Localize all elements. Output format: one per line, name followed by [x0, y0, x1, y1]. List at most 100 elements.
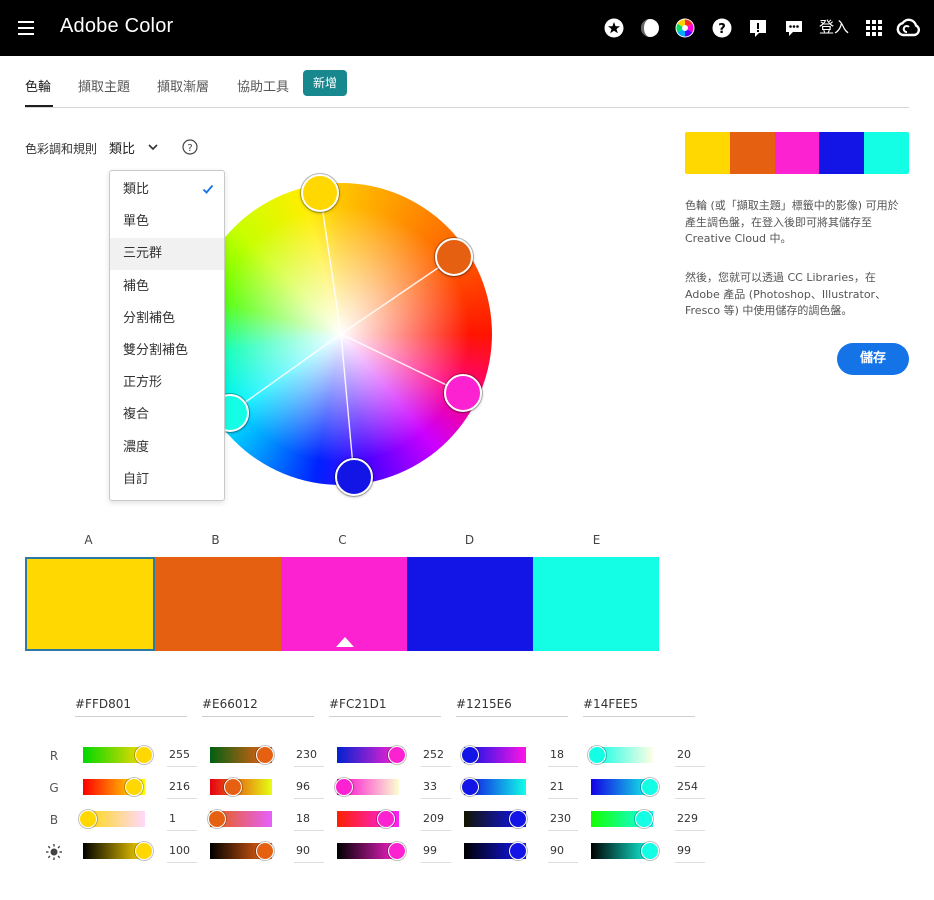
slider-knob[interactable]	[224, 778, 242, 796]
creative-cloud-icon[interactable]	[896, 17, 920, 39]
menu-icon[interactable]	[18, 21, 34, 35]
slider-c-g[interactable]	[335, 778, 399, 796]
color-wheel[interactable]	[190, 174, 492, 496]
slider-knob[interactable]	[79, 810, 97, 828]
slider-knob[interactable]	[635, 810, 653, 828]
rule-option-double-split-complementary[interactable]: 雙分割補色	[110, 335, 224, 367]
slider-knob[interactable]	[256, 842, 274, 860]
feedback-icon[interactable]	[748, 18, 768, 38]
save-button[interactable]: 儲存	[837, 343, 909, 375]
rule-option-square[interactable]: 正方形	[110, 367, 224, 399]
rule-option-monochromatic[interactable]: 單色	[110, 206, 224, 238]
slider-knob[interactable]	[135, 842, 153, 860]
slider-knob[interactable]	[641, 842, 659, 860]
slider-b-r[interactable]	[210, 746, 274, 764]
value-c-r[interactable]: 252	[421, 745, 451, 767]
value-a-g[interactable]: 216	[167, 777, 197, 799]
slider-knob[interactable]	[377, 810, 395, 828]
harmony-rule-select[interactable]: 類比	[109, 138, 135, 157]
slider-d-brightness[interactable]	[464, 842, 527, 860]
apps-grid-icon[interactable]	[864, 18, 884, 38]
value-e-brightness[interactable]: 99	[675, 841, 705, 863]
slider-knob[interactable]	[208, 810, 226, 828]
rule-option-split-complementary[interactable]: 分割補色	[110, 303, 224, 335]
slider-knob[interactable]	[388, 746, 406, 764]
value-e-b[interactable]: 229	[675, 809, 705, 831]
value-c-g[interactable]: 33	[421, 777, 451, 799]
swatch-d[interactable]	[407, 557, 533, 651]
slider-e-r[interactable]	[588, 746, 653, 764]
value-a-brightness[interactable]: 100	[167, 841, 197, 863]
value-e-g[interactable]: 254	[675, 777, 705, 799]
value-b-r[interactable]: 230	[294, 745, 324, 767]
value-d-b[interactable]: 230	[548, 809, 578, 831]
slider-c-r[interactable]	[337, 746, 406, 764]
value-b-brightness[interactable]: 90	[294, 841, 324, 863]
hex-input-e[interactable]: #14FEE5	[583, 697, 695, 717]
value-e-r[interactable]: 20	[675, 745, 705, 767]
slider-knob[interactable]	[388, 842, 406, 860]
wheel-handle-b[interactable]	[435, 238, 473, 276]
tab-extract-gradient[interactable]: 擷取漸層	[157, 76, 209, 95]
rule-option-analogous[interactable]: 類比	[110, 174, 224, 206]
slider-a-brightness[interactable]	[83, 842, 153, 860]
value-a-b[interactable]: 1	[167, 809, 197, 831]
help-icon[interactable]: ?	[712, 18, 732, 38]
contrast-icon[interactable]	[640, 18, 660, 38]
hex-input-a[interactable]: #FFD801	[75, 697, 187, 717]
slider-e-g[interactable]	[591, 778, 659, 796]
slider-knob[interactable]	[461, 778, 479, 796]
wheel-handle-a[interactable]	[301, 174, 339, 212]
new-badge-button[interactable]: 新增	[303, 70, 347, 96]
rule-option-shades[interactable]: 濃度	[110, 432, 224, 464]
tab-extract-theme[interactable]: 擷取主題	[78, 76, 130, 95]
rule-option-triad[interactable]: 三元群	[110, 238, 224, 270]
hex-input-b[interactable]: #E66012	[202, 697, 314, 717]
swatch-e[interactable]	[533, 557, 659, 651]
slider-d-b[interactable]	[464, 810, 527, 828]
color-wheel-icon[interactable]	[675, 18, 695, 38]
slider-b-b[interactable]	[208, 810, 272, 828]
wheel-handle-d[interactable]	[335, 458, 373, 496]
value-d-g[interactable]: 21	[548, 777, 578, 799]
chevron-down-icon[interactable]	[146, 140, 160, 154]
harmony-help-icon[interactable]: ?	[182, 139, 198, 155]
slider-b-brightness[interactable]	[210, 842, 274, 860]
login-link[interactable]: 登入	[819, 16, 849, 37]
slider-knob[interactable]	[509, 810, 527, 828]
star-icon[interactable]	[604, 18, 624, 38]
slider-c-brightness[interactable]	[337, 842, 406, 860]
hex-input-d[interactable]: #1215E6	[456, 697, 568, 717]
slider-knob[interactable]	[256, 746, 274, 764]
slider-knob[interactable]	[641, 778, 659, 796]
swatch-b[interactable]	[155, 557, 281, 651]
chat-icon[interactable]	[784, 18, 804, 38]
value-c-brightness[interactable]: 99	[421, 841, 451, 863]
slider-knob[interactable]	[461, 746, 479, 764]
slider-a-g[interactable]	[83, 778, 145, 796]
wheel-handle-c[interactable]	[444, 374, 482, 412]
slider-b-g[interactable]	[210, 778, 272, 796]
slider-a-b[interactable]	[79, 810, 145, 828]
rule-option-complementary[interactable]: 補色	[110, 271, 224, 303]
hex-input-c[interactable]: #FC21D1	[329, 697, 441, 717]
slider-knob[interactable]	[125, 778, 143, 796]
rule-option-compound[interactable]: 複合	[110, 399, 224, 431]
slider-knob[interactable]	[335, 778, 353, 796]
value-a-r[interactable]: 255	[167, 745, 197, 767]
slider-knob[interactable]	[509, 842, 527, 860]
tab-accessibility-tools[interactable]: 協助工具	[237, 76, 289, 95]
value-b-g[interactable]: 96	[294, 777, 324, 799]
slider-knob[interactable]	[135, 746, 153, 764]
swatch-a[interactable]	[25, 557, 155, 651]
rule-option-custom[interactable]: 自訂	[110, 464, 224, 496]
slider-c-b[interactable]	[337, 810, 399, 828]
slider-e-brightness[interactable]	[591, 842, 659, 860]
value-b-b[interactable]: 18	[294, 809, 324, 831]
slider-d-r[interactable]	[461, 746, 526, 764]
slider-e-b[interactable]	[591, 810, 653, 828]
value-c-b[interactable]: 209	[421, 809, 451, 831]
slider-d-g[interactable]	[461, 778, 526, 796]
tab-color-wheel[interactable]: 色輪	[25, 76, 51, 95]
value-d-brightness[interactable]: 90	[548, 841, 578, 863]
